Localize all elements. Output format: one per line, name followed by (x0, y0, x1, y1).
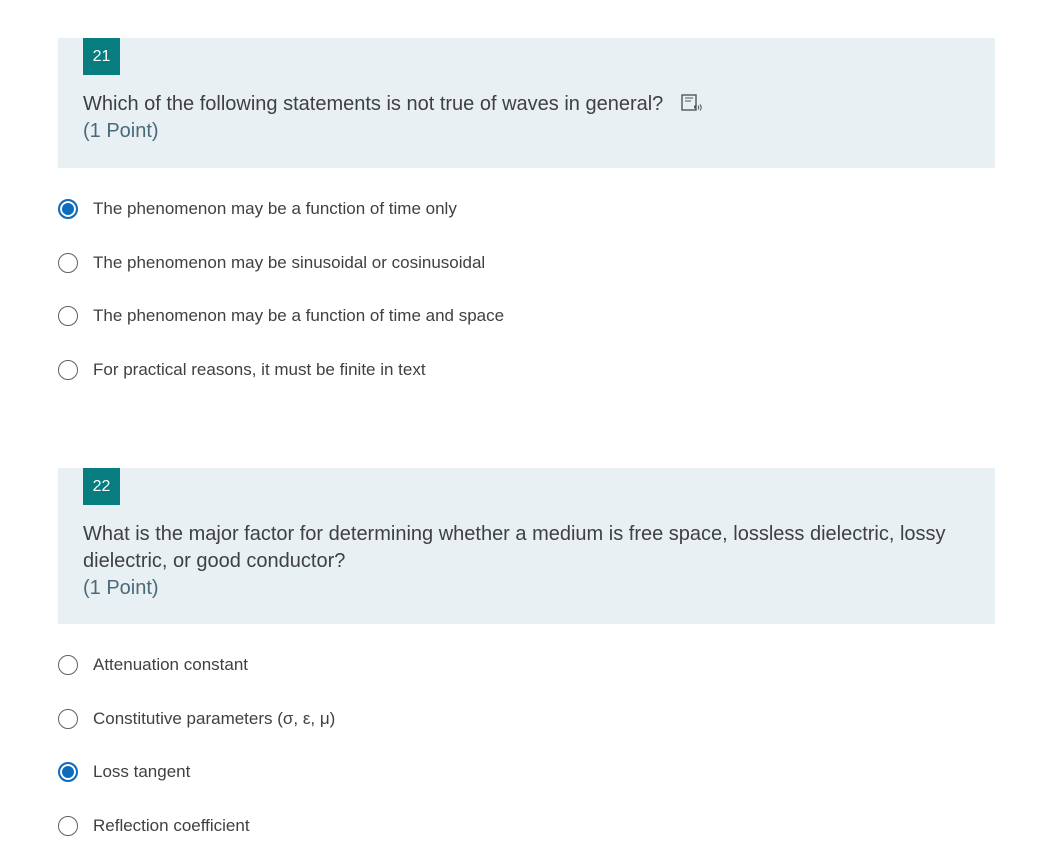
option-radio[interactable]: Reflection coefficient (58, 814, 335, 838)
question-21-header: 21 Which of the following statements is … (58, 38, 995, 168)
radio-button-selected[interactable] (58, 762, 78, 782)
question-21-options: The phenomenon may be a function of time… (58, 197, 504, 411)
radio-button[interactable] (58, 708, 78, 729)
option-label: Reflection coefficient (93, 815, 250, 835)
option-label: Constitutive parameters (σ, ε, μ) (93, 708, 336, 728)
option-label: Loss tangent (93, 762, 191, 781)
option-label: The phenomenon may be sinusoidal or cosi… (93, 252, 486, 272)
question-text: What is the major factor for determining… (83, 523, 946, 572)
radio-button-selected[interactable] (58, 199, 78, 219)
immersive-reader-icon[interactable] (681, 93, 703, 113)
option-label: The phenomenon may be a function of time… (93, 306, 505, 325)
question-number-badge: 21 (83, 38, 120, 75)
radio-button[interactable] (58, 815, 78, 836)
question-points: (1 Point) (83, 120, 159, 142)
option-radio[interactable]: The phenomenon may be a function of time… (58, 197, 504, 221)
question-22-header: 22 What is the major factor for determin… (58, 468, 995, 624)
option-radio[interactable]: Loss tangent (58, 760, 335, 784)
question-text: Which of the following statements is not… (83, 93, 664, 115)
radio-button[interactable] (58, 359, 78, 380)
question-title-row: Which of the following statements is not… (83, 91, 970, 118)
option-radio[interactable]: Attenuation constant (58, 653, 335, 677)
question-22-options: Attenuation constant Constitutive parame… (58, 653, 335, 867)
option-radio[interactable]: Constitutive parameters (σ, ε, μ) (58, 707, 335, 731)
option-radio[interactable]: For practical reasons, it must be finite… (58, 358, 504, 382)
question-number-badge: 22 (83, 468, 120, 505)
radio-button[interactable] (58, 655, 78, 675)
option-radio[interactable]: The phenomenon may be sinusoidal or cosi… (58, 251, 504, 275)
radio-button[interactable] (58, 306, 78, 326)
option-label: For practical reasons, it must be finite… (93, 359, 426, 379)
question-points: (1 Point) (83, 577, 159, 599)
option-label: The phenomenon may be a function of time… (93, 199, 457, 218)
option-label: Attenuation constant (93, 655, 249, 674)
radio-button[interactable] (58, 252, 78, 273)
option-radio[interactable]: The phenomenon may be a function of time… (58, 304, 504, 328)
